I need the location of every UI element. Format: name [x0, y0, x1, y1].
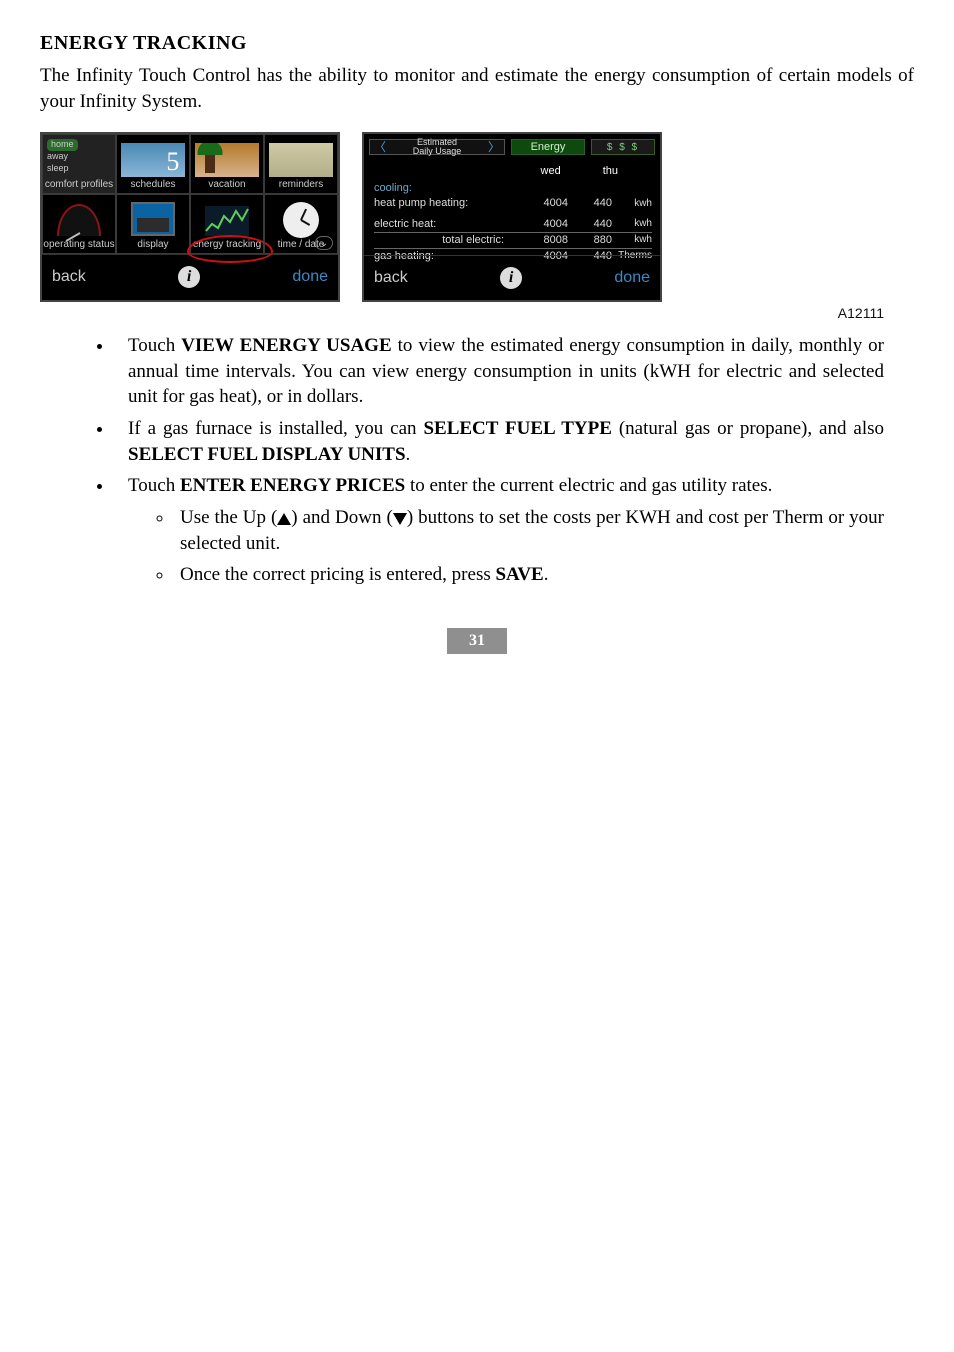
- tile-label: operating status: [43, 240, 114, 250]
- mode-list: home away sleep: [47, 139, 78, 174]
- more-down-icon[interactable]: ⌄: [315, 236, 333, 250]
- cell-unit: kwh: [612, 217, 652, 231]
- schedules-icon: 5: [121, 143, 186, 177]
- chart-icon: [205, 206, 249, 236]
- text: to enter the current electric and gas ut…: [405, 475, 772, 496]
- cell-wed: 8008: [512, 233, 568, 248]
- cell-wed: 4004: [512, 196, 568, 211]
- list-item: Touch VIEW ENERGY USAGE to view the esti…: [114, 333, 884, 410]
- text: Use the Up (: [180, 507, 277, 528]
- bottom-bar: back i done: [364, 255, 660, 300]
- row-label: cooling:: [374, 181, 512, 196]
- back-button[interactable]: back: [374, 267, 408, 289]
- list-item: Use the Up () and Down () buttons to set…: [174, 505, 884, 556]
- tab-cost[interactable]: $ $ $: [591, 139, 655, 155]
- tile-label: comfort profiles: [45, 180, 113, 190]
- text: Touch: [128, 335, 181, 356]
- clock-icon: [283, 202, 319, 238]
- cell-wed: 4004: [512, 217, 568, 232]
- mode-home[interactable]: home: [47, 139, 78, 151]
- display-icon: [131, 202, 175, 236]
- info-icon[interactable]: i: [500, 267, 522, 289]
- tile-label: reminders: [279, 180, 323, 190]
- row-electric: electric heat: 4004 440 kwh: [374, 217, 652, 232]
- tile-comfort-profiles[interactable]: home away sleep comfort profiles: [42, 134, 116, 194]
- tile-label: vacation: [208, 180, 245, 190]
- text-strong: SAVE: [495, 564, 543, 585]
- col-wed: wed: [541, 164, 561, 179]
- cell-thu: 440: [568, 217, 612, 232]
- chevron-left-icon[interactable]: 〈: [374, 139, 386, 155]
- tile-display[interactable]: display: [116, 194, 190, 254]
- text: (natural gas or propane), and also: [612, 418, 884, 439]
- tile-time-date[interactable]: time / date ⌄: [264, 194, 338, 254]
- page-number: 31: [447, 628, 507, 654]
- info-icon[interactable]: i: [178, 266, 200, 288]
- text-strong: SELECT FUEL TYPE: [423, 418, 611, 439]
- row-cooling: cooling:: [374, 181, 652, 196]
- tile-operating-status[interactable]: operating status: [42, 194, 116, 254]
- intro-paragraph: The Infinity Touch Control has the abili…: [40, 63, 914, 114]
- done-button[interactable]: done: [292, 266, 328, 288]
- text-strong: ENTER ENERGY PRICES: [180, 475, 405, 496]
- tile-energy-tracking[interactable]: energy tracking: [190, 194, 264, 254]
- mode-sleep[interactable]: sleep: [47, 163, 69, 173]
- cell-unit: kwh: [612, 233, 652, 247]
- text-strong: VIEW ENERGY USAGE: [181, 335, 391, 356]
- tile-label: display: [137, 240, 168, 250]
- schedule-count: 5: [166, 144, 179, 177]
- text: ) and Down (: [291, 507, 393, 528]
- tile-label: schedules: [130, 180, 175, 190]
- tab-label: Estimated Daily Usage: [413, 138, 462, 156]
- figures-row: home away sleep comfort profiles 5 sched…: [40, 132, 914, 302]
- energy-top-tabs: 〈 Estimated Daily Usage 〉 Energy $ $ $: [364, 134, 660, 160]
- tile-schedules[interactable]: 5 schedules: [116, 134, 190, 194]
- text: .: [406, 444, 411, 465]
- text: Once the correct pricing is entered, pre…: [180, 564, 495, 585]
- cell-thu: 880: [568, 233, 612, 248]
- page-number-wrap: 31: [40, 628, 914, 654]
- row-label: total electric:: [374, 233, 512, 248]
- tile-label: energy tracking: [193, 240, 261, 250]
- row-heatpump: heat pump heating: 4004 440 kwh: [374, 196, 652, 211]
- gauge-icon: [57, 204, 101, 236]
- tile-reminders[interactable]: reminders: [264, 134, 338, 194]
- vacation-icon: [195, 143, 260, 177]
- cell-unit: kwh: [612, 197, 652, 211]
- triangle-up-icon: [277, 513, 291, 525]
- row-label: heat pump heating:: [374, 196, 512, 211]
- cell-thu: 440: [568, 196, 612, 211]
- figure-code: A12111: [40, 304, 884, 323]
- tab-estimated-usage[interactable]: 〈 Estimated Daily Usage 〉: [369, 139, 505, 155]
- energy-table: wed thu cooling: heat pump heating: 4004…: [364, 164, 660, 263]
- tile-vacation[interactable]: vacation: [190, 134, 264, 194]
- triangle-down-icon: [393, 513, 407, 525]
- col-thu: thu: [603, 164, 618, 179]
- table-header: wed thu: [374, 164, 652, 179]
- bottom-bar: back i done: [42, 254, 338, 299]
- text: .: [544, 564, 549, 585]
- back-button[interactable]: back: [52, 266, 86, 288]
- tab-energy[interactable]: Energy: [511, 139, 585, 155]
- chevron-right-icon[interactable]: 〉: [488, 139, 500, 155]
- list-item: Touch ENTER ENERGY PRICES to enter the c…: [114, 473, 884, 588]
- instruction-sublist: Use the Up () and Down () buttons to set…: [174, 505, 884, 588]
- text: Touch: [128, 475, 180, 496]
- document-page: ENERGY TRACKING The Infinity Touch Contr…: [0, 0, 954, 674]
- row-total-electric: total electric: 8008 880 kwh: [374, 232, 652, 249]
- done-button[interactable]: done: [614, 267, 650, 289]
- row-label: electric heat:: [374, 217, 512, 232]
- list-item: If a gas furnace is installed, you can S…: [114, 416, 884, 467]
- reminders-icon: [269, 143, 334, 177]
- energy-usage-screenshot: 〈 Estimated Daily Usage 〉 Energy $ $ $ w…: [362, 132, 662, 302]
- section-heading: ENERGY TRACKING: [40, 30, 914, 57]
- text-strong: SELECT FUEL DISPLAY UNITS: [128, 444, 406, 465]
- text: If a gas furnace is installed, you can: [128, 418, 423, 439]
- mode-away[interactable]: away: [47, 151, 68, 161]
- instruction-list: Touch VIEW ENERGY USAGE to view the esti…: [114, 333, 884, 588]
- list-item: Once the correct pricing is entered, pre…: [174, 562, 884, 588]
- thermostat-menu-screenshot: home away sleep comfort profiles 5 sched…: [40, 132, 340, 302]
